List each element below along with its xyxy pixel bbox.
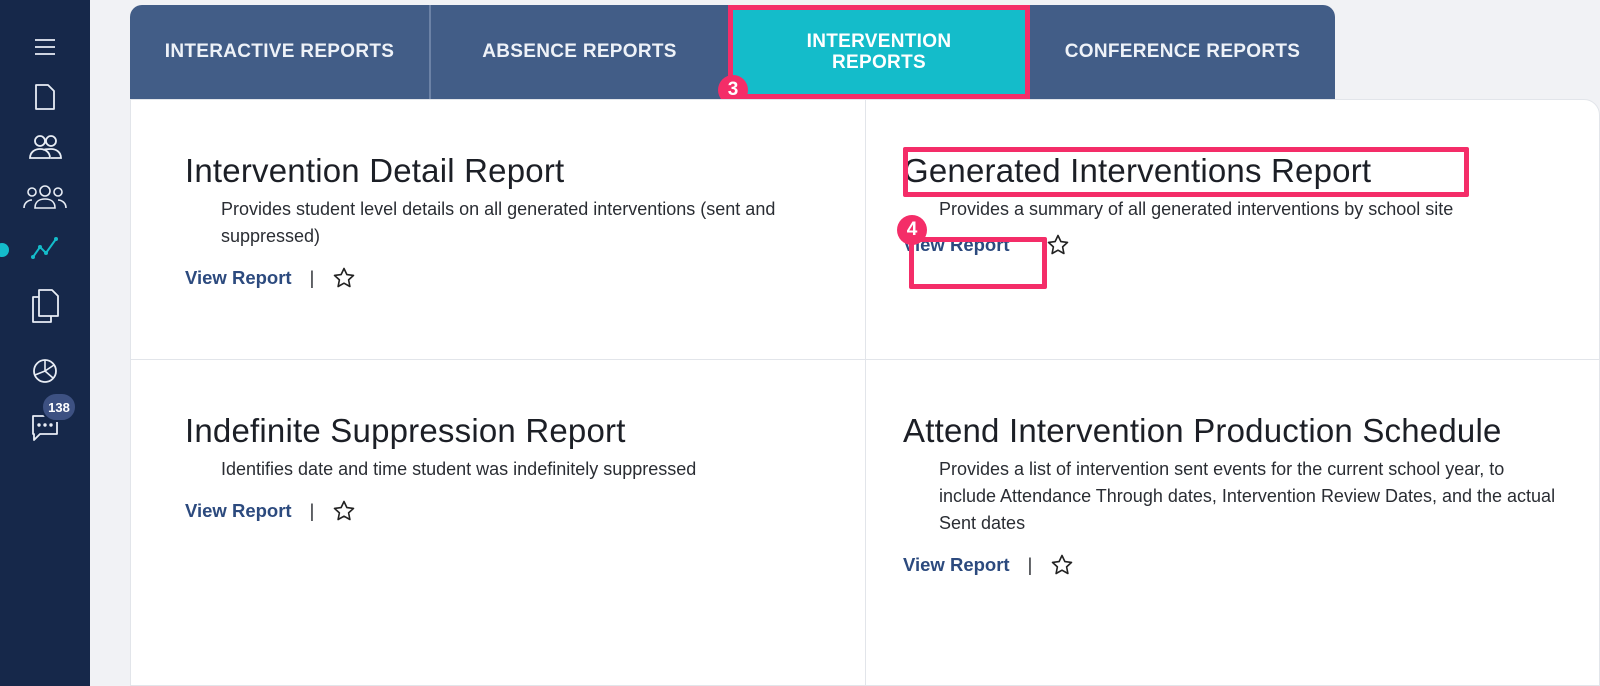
report-description: Provides a summary of all generated inte… — [939, 199, 1454, 219]
separator: | — [1027, 554, 1033, 575]
tab-label: INTERACTIVE REPORTS — [164, 41, 395, 62]
tab-intervention-reports[interactable]: INTERVENTION REPORTS — [728, 5, 1030, 99]
document-icon[interactable] — [32, 83, 58, 111]
report-description: Provides student level details on all ge… — [221, 199, 776, 246]
tab-label: ABSENCE REPORTS — [482, 41, 677, 62]
separator: | — [309, 267, 315, 288]
report-title: Intervention Detail Report — [185, 152, 565, 189]
star-icon[interactable] — [332, 499, 356, 523]
report-title: Indefinite Suppression Report — [185, 412, 626, 449]
report-card: Generated Interventions Report Provides … — [903, 152, 1563, 257]
tab-label: INTERVENTION REPORTS — [806, 31, 952, 73]
report-card: Intervention Detail Report Provides stud… — [185, 152, 825, 290]
view-report-link[interactable]: View Report — [903, 554, 1010, 576]
star-icon[interactable] — [332, 266, 356, 290]
separator: | — [309, 500, 315, 521]
pie-chart-icon[interactable] — [31, 357, 59, 385]
analytics-icon[interactable] — [30, 235, 60, 261]
copy-icon[interactable] — [30, 288, 60, 324]
view-report-link[interactable]: View Report — [185, 267, 292, 289]
tab-interactive-reports[interactable]: INTERACTIVE REPORTS — [130, 5, 431, 99]
report-title: Generated Interventions Report — [903, 152, 1372, 189]
step-marker-4: 4 — [897, 215, 927, 245]
menu-icon[interactable] — [32, 36, 58, 58]
report-card: Attend Intervention Production Schedule … — [903, 412, 1563, 577]
active-indicator — [0, 243, 9, 257]
chat-badge: 138 — [41, 392, 77, 422]
tab-conference-reports[interactable]: CONFERENCE REPORTS — [1030, 5, 1335, 99]
report-card: Indefinite Suppression Report Identifies… — [185, 412, 825, 523]
users-icon[interactable] — [27, 133, 63, 161]
report-description: Provides a list of intervention sent eve… — [939, 459, 1556, 533]
tab-label: CONFERENCE REPORTS — [1064, 41, 1301, 62]
divider — [865, 100, 866, 686]
report-description: Identifies date and time student was ind… — [221, 459, 697, 479]
group-icon[interactable] — [22, 183, 68, 211]
sidebar: 138 — [0, 0, 90, 686]
view-report-link[interactable]: View Report — [185, 500, 292, 522]
star-icon[interactable] — [1046, 233, 1070, 257]
divider — [131, 359, 1600, 360]
star-icon[interactable] — [1050, 553, 1074, 577]
report-title: Attend Intervention Production Schedule — [903, 412, 1502, 449]
tab-absence-reports[interactable]: ABSENCE REPORTS — [431, 5, 728, 99]
report-grid: Intervention Detail Report Provides stud… — [130, 99, 1600, 686]
